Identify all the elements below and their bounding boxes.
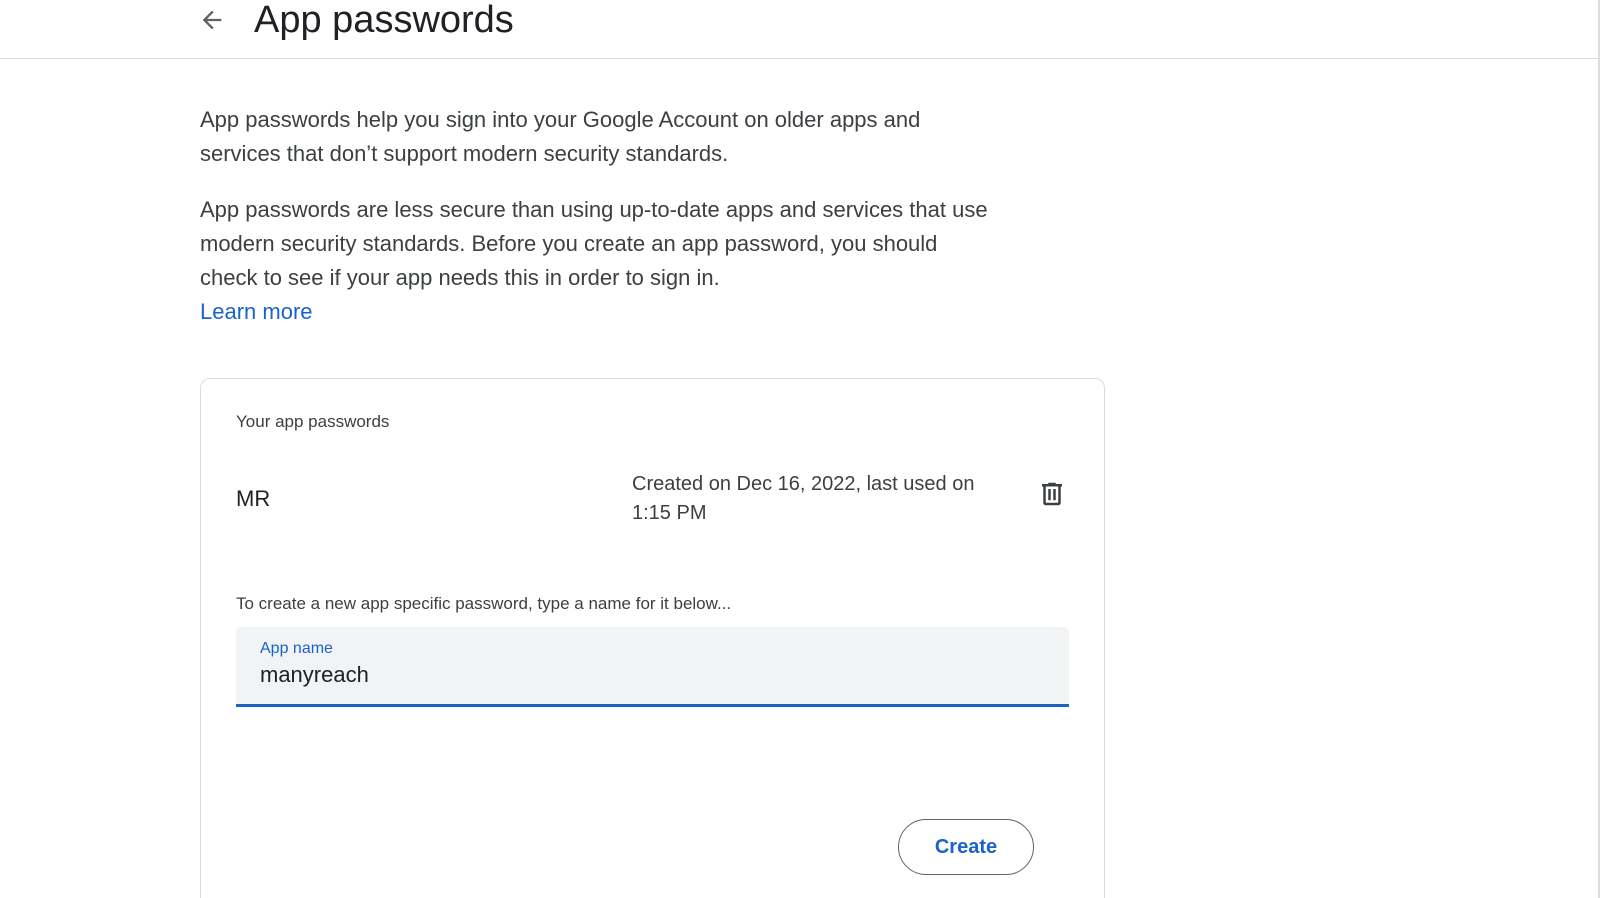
page-header: App passwords	[0, 0, 1600, 59]
app-password-meta: Created on Dec 16, 2022, last used on 1:…	[632, 473, 975, 524]
app-passwords-page: App passwords App passwords help you sig…	[0, 0, 1600, 898]
create-button[interactable]: Create	[898, 819, 1034, 875]
learn-more-link[interactable]: Learn more	[200, 295, 313, 329]
card-heading: Your app passwords	[236, 412, 390, 431]
app-name-input[interactable]	[260, 662, 1020, 688]
back-button[interactable]	[192, 2, 232, 42]
delete-password-button[interactable]	[1032, 476, 1072, 516]
app-name-label: App name	[260, 640, 333, 657]
intro-paragraph-2: App passwords are less secure than using…	[200, 197, 988, 290]
app-password-name: MR	[236, 486, 271, 511]
app-name-field[interactable]: App name	[236, 627, 1069, 707]
create-hint-text: To create a new app specific password, t…	[236, 594, 732, 613]
page-title: App passwords	[254, 0, 514, 41]
trash-icon	[1037, 479, 1067, 514]
intro-section: App passwords help you sign into your Go…	[200, 103, 1000, 329]
arrow-back-icon	[198, 6, 226, 39]
intro-paragraph-1: App passwords help you sign into your Go…	[200, 107, 921, 166]
